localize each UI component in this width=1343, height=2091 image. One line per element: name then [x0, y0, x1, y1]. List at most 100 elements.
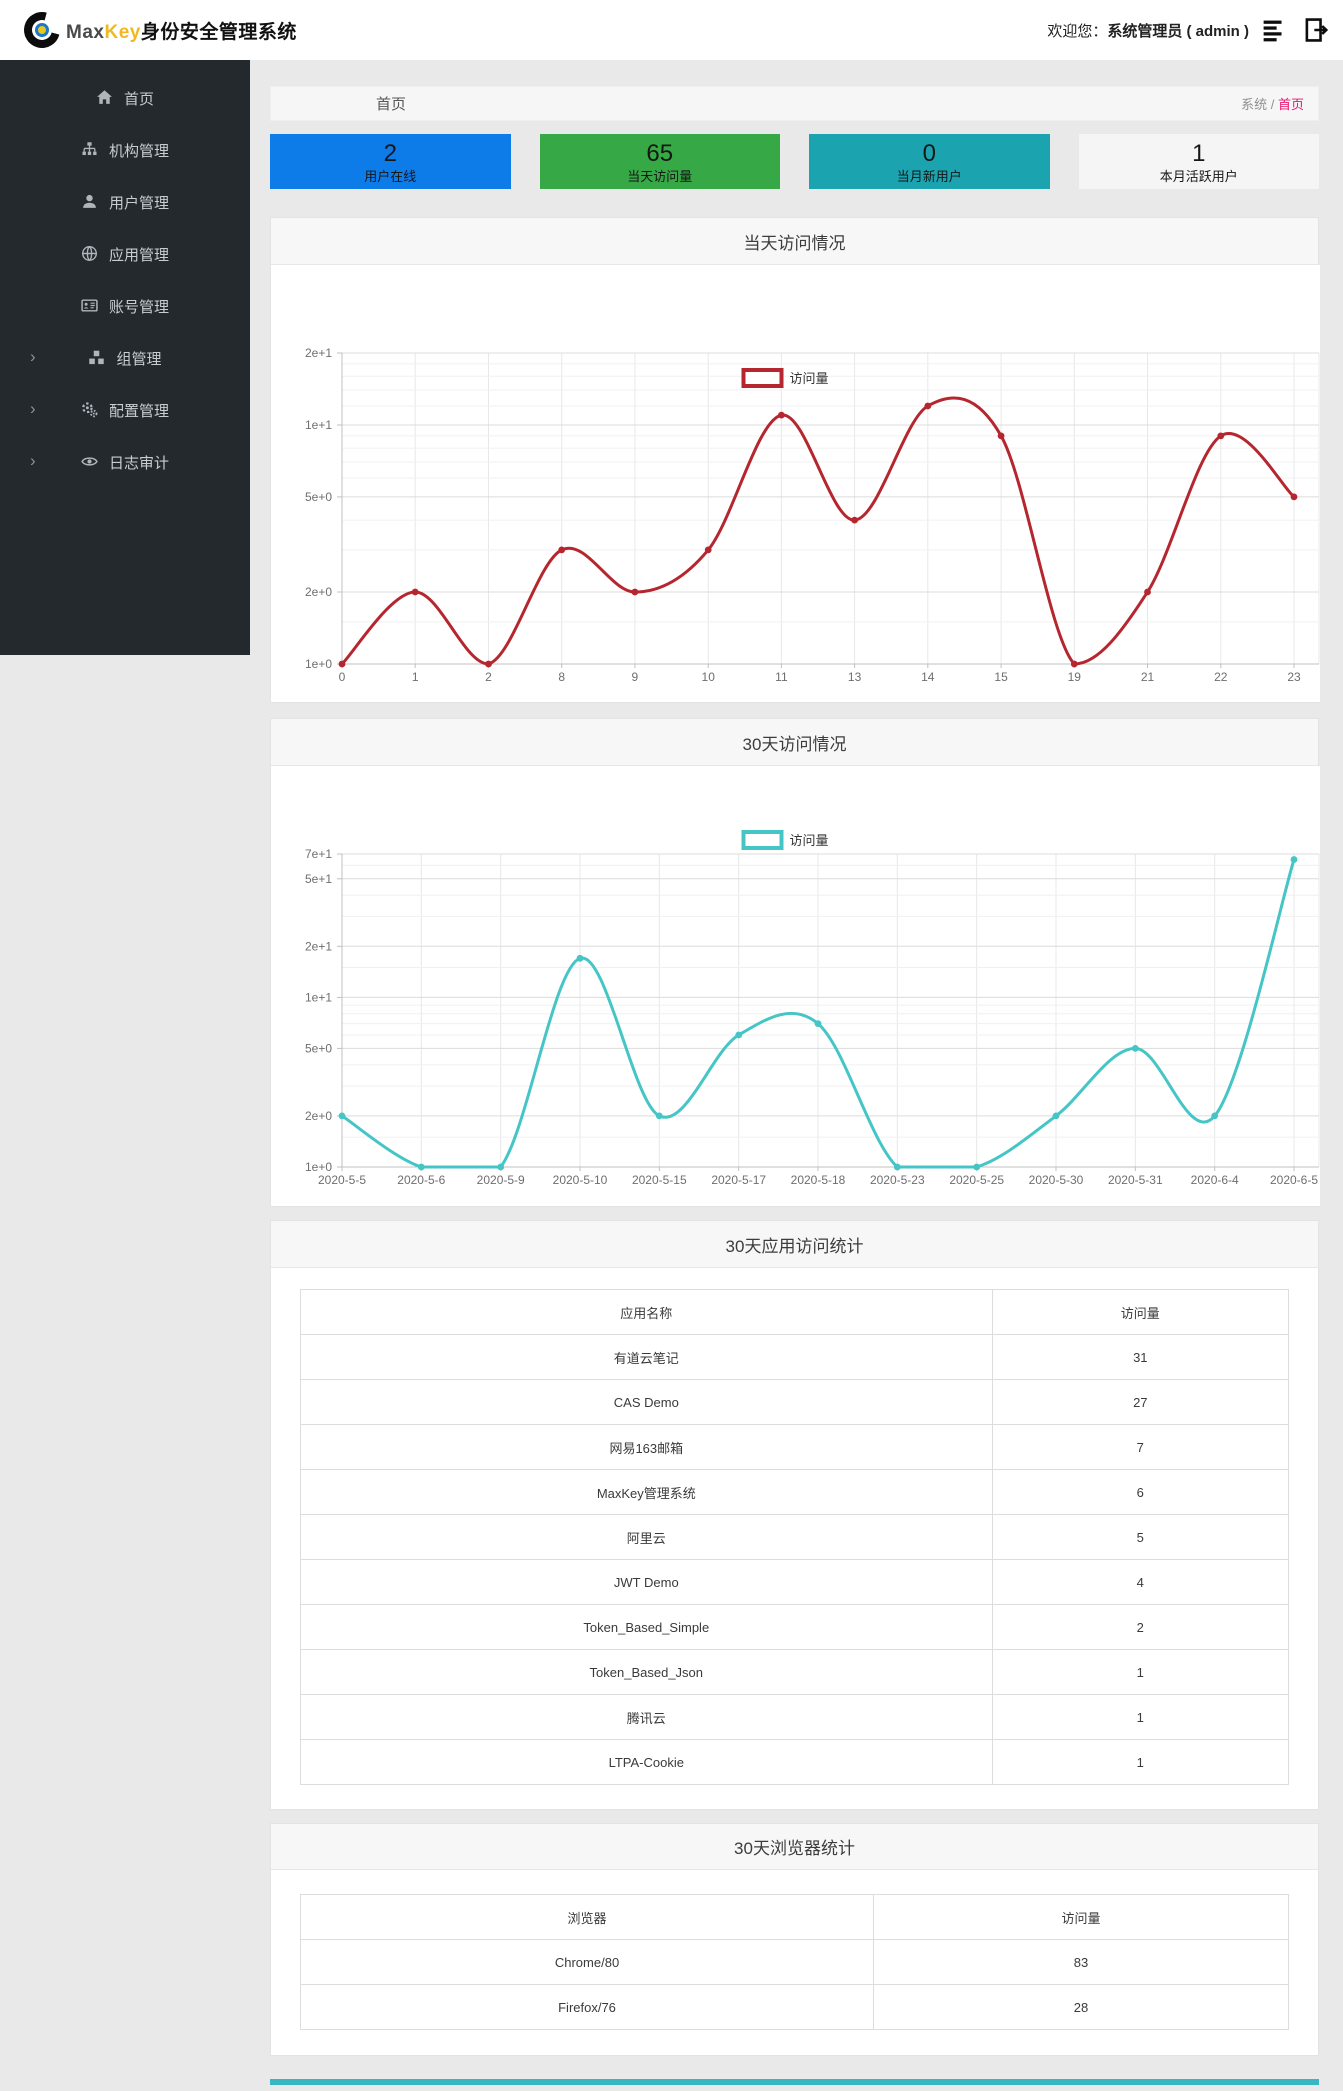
table-row: CAS Demo 27 — [300, 1379, 1290, 1425]
breadcrumb-current[interactable]: 首页 — [1278, 97, 1304, 112]
sidebar-item-groups[interactable]: › 组管理 — [0, 332, 250, 384]
table-cell: Token_Based_Simple — [300, 1604, 993, 1650]
breadcrumb-root[interactable]: 系统 — [1241, 97, 1267, 112]
svg-text:1e+1: 1e+1 — [305, 418, 332, 432]
sidebar-item-audit[interactable]: › 日志审计 — [0, 436, 250, 488]
column-header: 访问量 — [873, 1894, 1289, 1940]
breadcrumb: 系统 / 首页 — [1241, 94, 1318, 113]
panel-title: 30天应用访问统计 — [271, 1221, 1318, 1268]
legend[interactable]: 访问量 — [741, 368, 829, 388]
sidebar-item-label: 机构管理 — [108, 142, 169, 160]
data-point — [1131, 1045, 1139, 1052]
svg-text:22: 22 — [1214, 670, 1228, 684]
panel-today-visits: 当天访问情况 2e+1 1e+1 5e+0 2e+0 1e+0 0 1 2 8 9 10 11 13 14… — [270, 217, 1320, 703]
table-row: 网易163邮箱 7 — [300, 1424, 1290, 1470]
sidebar-item-label: 组管理 — [116, 350, 162, 368]
chevron-right-icon: › — [30, 399, 36, 419]
series-line — [340, 396, 1296, 666]
stat-card-today-visits: 65 当天访问量 — [539, 134, 780, 189]
page-title: 首页 — [376, 96, 407, 113]
data-point — [1144, 588, 1151, 596]
column-header: 访问量 — [991, 1289, 1290, 1335]
data-point — [1217, 432, 1225, 440]
brand[interactable]: MaxKey身份安全管理系统 — [17, 5, 297, 55]
svg-text:访问量: 访问量 — [790, 833, 829, 848]
table-cell: 31 — [991, 1334, 1290, 1380]
table-cell: 4 — [991, 1559, 1290, 1605]
svg-text:10: 10 — [702, 670, 716, 684]
table-cell: 1 — [991, 1694, 1290, 1740]
data-point — [631, 588, 639, 596]
app-title: MaxKey身份安全管理系统 — [66, 21, 297, 43]
svg-text:5e+1: 5e+1 — [305, 872, 332, 886]
data-point — [485, 660, 492, 668]
sidebar-item-home[interactable]: 首页 — [0, 72, 250, 124]
svg-text:23: 23 — [1287, 670, 1301, 684]
panel-title: 当天访问情况 — [271, 218, 1318, 265]
data-point — [417, 1163, 425, 1171]
svg-text:2: 2 — [485, 670, 492, 684]
table-cell: 阿里云 — [300, 1514, 993, 1560]
page-header-bar: 首页 系统 / 首页 — [270, 86, 1319, 121]
legend[interactable]: 访问量 — [741, 830, 829, 850]
data-point — [735, 1031, 743, 1039]
column-header: 应用名称 — [300, 1289, 993, 1335]
当天访问情况-svg: 2e+1 1e+1 5e+0 2e+0 1e+0 0 1 2 8 9 10 11 13 14 15 19 21 2… — [271, 265, 1320, 702]
column-header: 浏览器 — [299, 1894, 875, 1940]
panel-30day-visits: 30天访问情况 7e+1 5e+1 2e+1 1e+1 5e+0 2e+0 1e+0 2020… — [270, 718, 1320, 1207]
svg-text:2e+0: 2e+0 — [305, 585, 332, 599]
svg-text:2020-5-15: 2020-5-15 — [632, 1173, 687, 1187]
cubes-icon — [88, 349, 106, 367]
logout-icon[interactable] — [1301, 16, 1329, 44]
svg-text:15: 15 — [994, 670, 1008, 684]
data-point — [704, 546, 712, 554]
svg-text:1e+0: 1e+0 — [305, 1160, 332, 1174]
globe-icon — [81, 245, 99, 263]
svg-text:19: 19 — [1068, 670, 1082, 684]
data-point — [1211, 1112, 1219, 1120]
svg-text:0: 0 — [339, 670, 346, 684]
today-visits-chart: 2e+1 1e+1 5e+0 2e+0 1e+0 0 1 2 8 9 10 11 13 14 15 19 21 2… — [271, 265, 1320, 702]
svg-text:2020-5-18: 2020-5-18 — [791, 1173, 846, 1187]
svg-text:1e+1: 1e+1 — [305, 990, 332, 1004]
svg-text:9: 9 — [632, 670, 639, 684]
table-cell: 1 — [991, 1649, 1290, 1695]
stat-card-users-online: 2 用户在线 — [270, 134, 511, 189]
data-point — [411, 588, 419, 596]
table-row: Chrome/80 83 — [299, 1939, 1289, 1985]
data-point — [1052, 1112, 1060, 1120]
table-cell: CAS Demo — [300, 1379, 993, 1425]
panel-title: 30天访问情况 — [271, 719, 1318, 766]
table-cell: MaxKey管理系统 — [300, 1469, 993, 1515]
data-point — [1290, 856, 1298, 863]
stat-label: 本月活跃用户 — [1159, 169, 1238, 184]
sidebar-item-apps[interactable]: 应用管理 — [0, 228, 250, 280]
data-point — [973, 1163, 981, 1171]
sidebar-item-label: 用户管理 — [108, 194, 169, 212]
data-point — [778, 411, 785, 419]
svg-text:2020-5-10: 2020-5-10 — [553, 1173, 608, 1187]
data-point — [338, 1112, 346, 1120]
svg-text:7e+1: 7e+1 — [305, 847, 332, 861]
chevron-right-icon: › — [30, 451, 36, 471]
data-point — [558, 546, 566, 554]
30day-visits-chart: 7e+1 5e+1 2e+1 1e+1 5e+0 2e+0 1e+0 2020-5-5 2020… — [271, 766, 1320, 1206]
svg-text:5e+0: 5e+0 — [305, 1041, 332, 1055]
table-cell: 腾讯云 — [300, 1694, 993, 1740]
maxkey-dashboard: MaxKey身份安全管理系统 欢迎您：系统管理员 ( admin ) 首页 机构管… — [0, 0, 1343, 2091]
table-cell: 2 — [991, 1604, 1290, 1650]
sidebar-item-label: 账号管理 — [108, 298, 169, 316]
data-point — [497, 1163, 505, 1171]
sidebar-item-users[interactable]: 用户管理 — [0, 176, 250, 228]
svg-text:2020-6-4: 2020-6-4 — [1191, 1173, 1239, 1187]
table-cell: 6 — [991, 1469, 1290, 1515]
svg-text:1e+0: 1e+0 — [305, 657, 332, 671]
sidebar-item-config[interactable]: › 配置管理 — [0, 384, 250, 436]
table-cell: 1 — [991, 1739, 1290, 1785]
table-cell: 27 — [991, 1379, 1290, 1425]
sidebar-item-org[interactable]: 机构管理 — [0, 124, 250, 176]
sidebar-item-accounts[interactable]: 账号管理 — [0, 280, 250, 332]
list-icon[interactable] — [1261, 16, 1289, 44]
stat-label: 当月新用户 — [896, 169, 962, 184]
maxkey-logo-icon — [17, 5, 67, 55]
